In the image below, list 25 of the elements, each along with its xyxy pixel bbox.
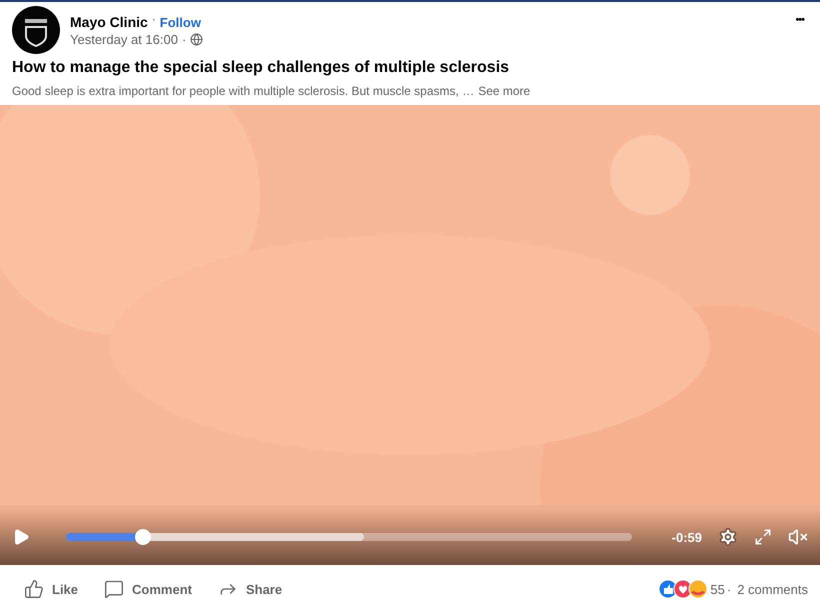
separator-dot: · [726, 582, 732, 596]
reaction-count[interactable]: 55 [710, 582, 725, 596]
more-options-button[interactable]: ••• [791, 6, 808, 34]
play-button[interactable] [12, 528, 30, 546]
post-time[interactable]: Yesterday at 16:00 [70, 32, 178, 47]
fullscreen-button[interactable] [754, 528, 772, 546]
comments-link[interactable]: 2 comments [737, 582, 808, 596]
post-excerpt: Good sleep is extra important for people with multiple sclerosis. But muscle spasms, … [12, 84, 474, 98]
time-remaining: -0:59 [672, 530, 702, 544]
post-title: How to manage the special sleep challenges of multiple sclerosis [11, 58, 510, 77]
share-button[interactable]: Share [218, 579, 282, 599]
thumbs-up-icon [24, 579, 44, 599]
separator-dot: · [182, 32, 186, 47]
globe-icon [190, 33, 204, 46]
see-more-link[interactable]: See more [478, 84, 530, 98]
comment-button[interactable]: Comment [104, 579, 192, 599]
like-button[interactable]: Like [24, 579, 78, 599]
separator-dot: · [152, 12, 156, 26]
muted-speaker-button[interactable] [788, 527, 808, 547]
follow-link[interactable]: Follow [160, 14, 201, 30]
author-name[interactable]: Mayo Clinic [70, 14, 148, 30]
settings-button[interactable] [718, 527, 738, 547]
reactions-icon[interactable] [658, 579, 708, 599]
logo-icon [12, 6, 60, 54]
speech-bubble-icon [104, 579, 124, 599]
